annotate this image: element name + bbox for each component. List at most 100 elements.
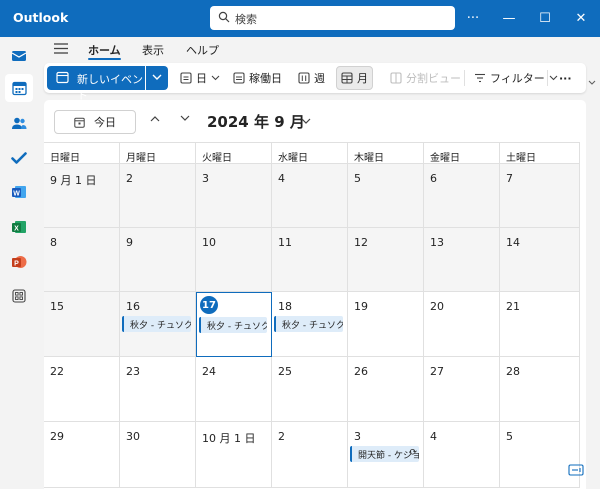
day-cell[interactable]: 10 bbox=[196, 228, 272, 292]
chevron-down-icon[interactable] bbox=[180, 115, 190, 122]
new-event-button[interactable]: 新しいイベント bbox=[47, 66, 145, 102]
day-cell[interactable]: 11 bbox=[272, 228, 348, 292]
panel-toggle-icon[interactable] bbox=[567, 462, 585, 478]
day-number: 19 bbox=[354, 300, 368, 313]
day-cell[interactable]: 5 bbox=[348, 164, 424, 228]
search-placeholder: 検索 bbox=[235, 13, 257, 26]
month-picker-chevron-icon[interactable] bbox=[301, 118, 311, 125]
today-button[interactable]: 今日 bbox=[54, 110, 136, 134]
day-cell[interactable]: 23 bbox=[120, 357, 196, 422]
day-cell[interactable]: 26 bbox=[348, 357, 424, 422]
workweek-view-button[interactable]: 稼働日 bbox=[229, 66, 286, 90]
day-number: 22 bbox=[50, 365, 64, 378]
day-number: 7 bbox=[506, 172, 513, 185]
mail-app-button[interactable] bbox=[5, 41, 33, 69]
active-tab-indicator bbox=[88, 58, 121, 60]
day-number: 6 bbox=[430, 172, 437, 185]
month-view-button[interactable]: 月 bbox=[336, 66, 373, 90]
powerpoint-app-button[interactable]: P bbox=[5, 248, 33, 276]
week-view-button[interactable]: 週 bbox=[294, 66, 329, 90]
close-button[interactable]: ✕ bbox=[563, 0, 599, 37]
day-cell[interactable]: 4 bbox=[272, 164, 348, 228]
tab-view[interactable]: 表示 bbox=[142, 42, 164, 58]
day-cell[interactable]: 4 bbox=[424, 422, 500, 488]
day-cell[interactable]: 13 bbox=[424, 228, 500, 292]
minimize-button[interactable]: — bbox=[491, 0, 527, 37]
day-cell[interactable]: 9 bbox=[120, 228, 196, 292]
calendar-event[interactable]: 秋夕 - チュソク (韓国) bbox=[199, 317, 267, 333]
day-cell[interactable]: 29 bbox=[44, 422, 120, 488]
day-cell[interactable]: 24 bbox=[196, 357, 272, 422]
chevron-up-icon[interactable] bbox=[150, 115, 160, 122]
day-number: 10 月 1 日 bbox=[202, 432, 256, 445]
day-cell[interactable]: 3 bbox=[196, 164, 272, 228]
day-cell[interactable]: 12 bbox=[348, 228, 424, 292]
calendar-event[interactable]: 開天節 - ケジョル⟳ bbox=[350, 446, 419, 462]
hamburger-menu-icon[interactable] bbox=[54, 43, 68, 54]
day-cell[interactable]: 8 bbox=[44, 228, 120, 292]
split-view-icon bbox=[390, 72, 402, 84]
calendar-event[interactable]: 秋夕 - チュソク (韓国) bbox=[122, 316, 191, 332]
day-cell[interactable]: 5 bbox=[500, 422, 580, 488]
day-cell[interactable]: 9 月 1 日 bbox=[44, 164, 120, 228]
day-cell[interactable]: 3 開天節 - ケジョル⟳ bbox=[348, 422, 424, 488]
day-number: 11 bbox=[278, 236, 292, 249]
day-cell[interactable]: 14 bbox=[500, 228, 580, 292]
day-cell[interactable]: 22 bbox=[44, 357, 120, 422]
workweek-view-icon bbox=[233, 72, 245, 84]
tab-home[interactable]: ホーム bbox=[88, 42, 121, 58]
day-view-label: 日 bbox=[196, 72, 207, 85]
tab-help[interactable]: ヘルプ bbox=[186, 42, 219, 58]
excel-app-button[interactable]: X bbox=[5, 213, 33, 241]
day-cell[interactable]: 30 bbox=[120, 422, 196, 488]
filter-button[interactable]: フィルター bbox=[470, 66, 566, 90]
weekday-header: 水曜日 bbox=[272, 142, 348, 164]
day-cell[interactable]: 20 bbox=[424, 292, 500, 357]
filter-icon bbox=[475, 73, 485, 83]
svg-text:W: W bbox=[13, 190, 20, 197]
event-title: 秋夕 - チュソク (韓国) bbox=[207, 322, 267, 332]
weekday-header: 金曜日 bbox=[424, 142, 500, 164]
calendar-event[interactable]: 秋夕 - チュソク (韓国) bbox=[274, 316, 343, 332]
day-view-button[interactable]: 日 bbox=[176, 66, 228, 90]
day-cell[interactable]: 16 秋夕 - チュソク (韓国) bbox=[120, 292, 196, 357]
split-view-button[interactable]: 分割ビュー bbox=[386, 66, 465, 90]
day-cell[interactable]: 7 bbox=[500, 164, 580, 228]
search-box[interactable]: 検索 bbox=[210, 6, 455, 30]
day-cell[interactable]: 19 bbox=[348, 292, 424, 357]
divider bbox=[464, 70, 465, 86]
day-cell[interactable]: 25 bbox=[272, 357, 348, 422]
day-cell[interactable]: 15 bbox=[44, 292, 120, 357]
day-number: 28 bbox=[506, 365, 520, 378]
day-cell[interactable]: 28 bbox=[500, 357, 580, 422]
day-number: 3 bbox=[354, 430, 361, 443]
day-cell[interactable]: 6 bbox=[424, 164, 500, 228]
split-view-label: 分割ビュー bbox=[406, 72, 461, 85]
day-number: 24 bbox=[202, 365, 216, 378]
day-number: 30 bbox=[126, 430, 140, 443]
new-event-label: 新しいイベント bbox=[77, 73, 143, 102]
more-commands-button[interactable]: ··· bbox=[555, 66, 576, 90]
calendar-today-icon bbox=[74, 117, 85, 128]
day-cell[interactable]: 18 秋夕 - チュソク (韓国) bbox=[272, 292, 348, 357]
word-icon: W bbox=[12, 186, 26, 198]
day-cell[interactable]: 17 秋夕 - チュソク (韓国) bbox=[196, 292, 272, 357]
day-number: 9 bbox=[126, 236, 133, 249]
more-apps-button[interactable] bbox=[5, 282, 33, 310]
word-app-button[interactable]: W bbox=[5, 178, 33, 206]
more-options-button[interactable]: ··· bbox=[455, 0, 491, 37]
day-cell[interactable]: 2 bbox=[272, 422, 348, 488]
day-cell[interactable]: 2 bbox=[120, 164, 196, 228]
maximize-button[interactable]: ☐ bbox=[527, 0, 563, 37]
new-event-dropdown[interactable] bbox=[146, 66, 168, 90]
checkmark-icon bbox=[11, 152, 27, 164]
todo-app-button[interactable] bbox=[5, 144, 33, 172]
people-app-button[interactable] bbox=[5, 109, 33, 137]
calendar-app-button[interactable] bbox=[5, 74, 33, 102]
day-number: 10 bbox=[202, 236, 216, 249]
day-cell[interactable]: 27 bbox=[424, 357, 500, 422]
apps-grid-icon bbox=[12, 289, 26, 303]
day-cell[interactable]: 21 bbox=[500, 292, 580, 357]
ribbon-collapse-chevron-icon[interactable] bbox=[588, 80, 596, 86]
day-cell[interactable]: 10 月 1 日 bbox=[196, 422, 272, 488]
